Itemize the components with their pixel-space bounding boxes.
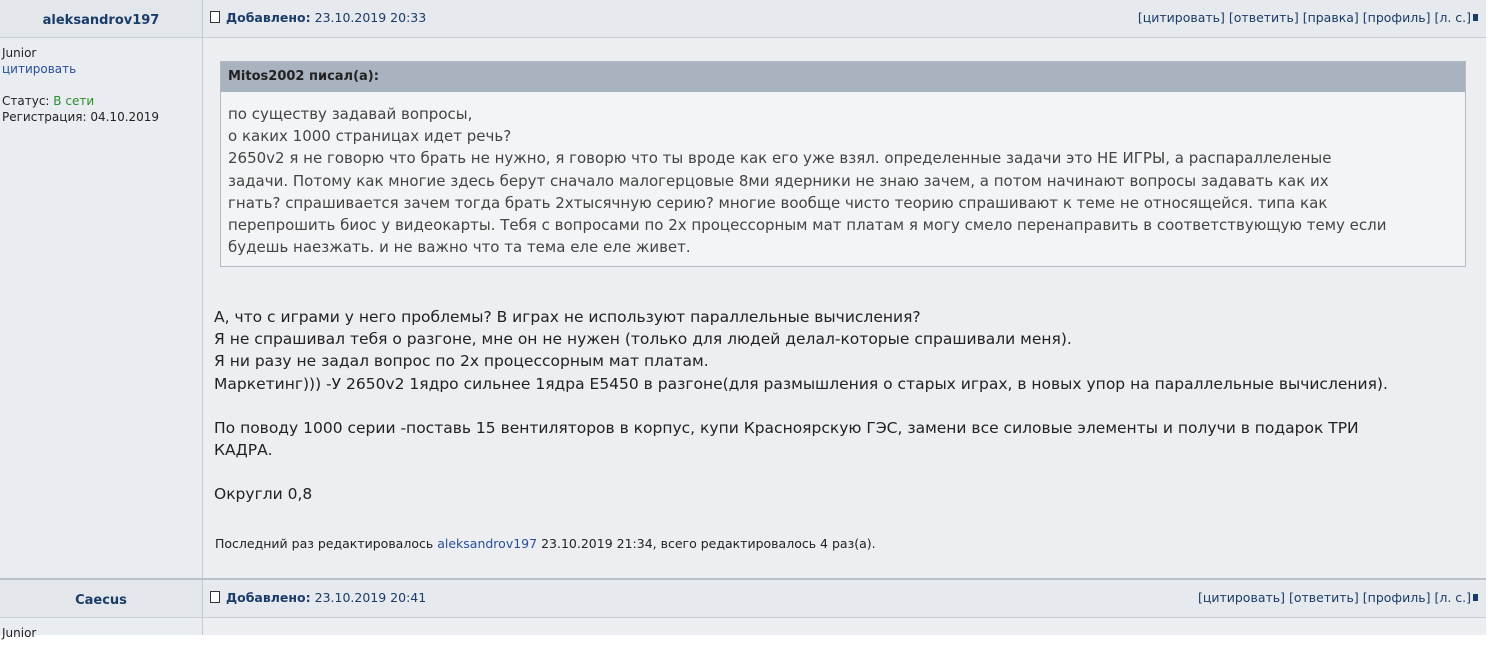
scroll-to-top-icon[interactable] <box>1473 14 1478 21</box>
scroll-to-top-icon[interactable] <box>1473 594 1478 601</box>
quote-line: задачи. Потому как многие здесь берут сн… <box>228 171 1329 190</box>
status-label: Статус: <box>2 94 50 108</box>
post-actions: [цитировать] [ответить] [профиль] [л. с.… <box>1198 590 1478 605</box>
quote-line: по существу задавай вопросы, <box>228 105 473 123</box>
author-name-link[interactable]: aleksandrov197 <box>43 13 160 28</box>
message-line: По поводу 1000 серии -поставь 15 вентиля… <box>214 418 1359 437</box>
message-line: Округли 0,8 <box>214 485 313 504</box>
author-header: aleksandrov197 <box>0 0 202 38</box>
edit-button[interactable]: [правка] <box>1303 10 1359 25</box>
message-line: КАДРА. <box>214 441 273 460</box>
profile-button[interactable]: [профиль] <box>1363 590 1431 605</box>
message-line: Я не спрашивал тебя о разгоне, мне он не… <box>214 330 1072 349</box>
edited-notice: Последний раз редактировалось aleksandro… <box>215 536 876 551</box>
added-label: Добавлено: <box>225 590 311 605</box>
private-message-button[interactable]: [л. с.] <box>1434 10 1471 25</box>
registration-row: Регистрация: 04.10.2019 <box>2 109 200 125</box>
forum-post: aleksandrov197 Junior цитировать Статус:… <box>0 0 1486 578</box>
message-line: А, что с играми у него проблемы? В играх… <box>214 308 921 326</box>
post-body: Добавлено: 23.10.2019 20:33 [цитировать]… <box>203 0 1486 578</box>
post-header: Добавлено: 23.10.2019 20:41 [цитировать]… <box>203 580 1486 618</box>
forum-topic: aleksandrov197 Junior цитировать Статус:… <box>0 0 1486 640</box>
post-header: Добавлено: 23.10.2019 20:33 [цитировать]… <box>203 0 1486 38</box>
author-panel: aleksandrov197 Junior цитировать Статус:… <box>0 0 203 578</box>
quote-line: перепрошить биос у видеокарты. Тебя с во… <box>228 216 1387 235</box>
registration-date: 04.10.2019 <box>90 110 160 124</box>
quote-author-link[interactable]: цитировать <box>2 61 200 77</box>
author-rank: Junior <box>2 626 37 640</box>
forum-post: Caecus Junior Добавлено: 23.10.2019 20:4… <box>0 580 1486 640</box>
post-added-info: Добавлено: 23.10.2019 20:41 <box>210 590 426 605</box>
author-panel: Caecus Junior <box>0 580 203 640</box>
author-rank: Junior <box>2 46 37 60</box>
post-actions: [цитировать] [ответить] [правка] [профил… <box>1138 10 1478 25</box>
quote-block: Mitos2002 писал(а): по существу задавай … <box>220 61 1466 268</box>
quote-text: по существу задавай вопросы, о каких 100… <box>221 92 1465 266</box>
quote-button[interactable]: [цитировать] <box>1138 10 1225 25</box>
message-line: Я ни разу не задал вопрос по 2х процессо… <box>214 352 709 371</box>
profile-button[interactable]: [профиль] <box>1363 10 1431 25</box>
status-online-badge: В сети <box>53 94 95 108</box>
registration-label: Регистрация: <box>2 110 87 124</box>
post-body: Добавлено: 23.10.2019 20:41 [цитировать]… <box>203 580 1486 635</box>
edited-user-link[interactable]: aleksandrov197 <box>437 536 537 551</box>
post-date: 23.10.2019 20:33 <box>314 10 427 25</box>
quote-line: будешь наезжать. и не важно что та тема … <box>228 238 691 257</box>
edited-prefix: Последний раз редактировалось <box>215 536 434 551</box>
private-message-button[interactable]: [л. с.] <box>1434 590 1471 605</box>
author-info: Junior цитировать Статус: В сети Регистр… <box>0 38 202 132</box>
reply-button[interactable]: [ответить] <box>1289 590 1359 605</box>
document-icon <box>210 591 220 603</box>
quote-line: гнать? спрашивается зачем тогда брать 2х… <box>228 193 1328 212</box>
quote-line: 2650v2 я не говорю что брать не нужно, я… <box>228 149 1332 168</box>
quote-button[interactable]: [цитировать] <box>1198 590 1285 605</box>
quote-title: Mitos2002 писал(а): <box>221 62 1465 92</box>
author-info: Junior <box>0 618 202 648</box>
post-date: 23.10.2019 20:41 <box>314 590 427 605</box>
post-added-info: Добавлено: 23.10.2019 20:33 <box>210 10 426 25</box>
added-label: Добавлено: <box>225 10 311 25</box>
message-line: Маркетинг))) -У 2650v2 1ядро сильнее 1яд… <box>214 374 1388 393</box>
status-row: Статус: В сети <box>2 93 200 109</box>
document-icon <box>210 11 220 23</box>
edited-suffix: 23.10.2019 21:34, всего редактировалось … <box>541 536 876 551</box>
post-message: А, что с играми у него проблемы? В играх… <box>214 306 1464 505</box>
author-header: Caecus <box>0 580 202 618</box>
quote-line: о каких 1000 страницах идет речь? <box>228 127 512 146</box>
reply-button[interactable]: [ответить] <box>1229 10 1299 25</box>
author-name-link[interactable]: Caecus <box>75 593 127 608</box>
